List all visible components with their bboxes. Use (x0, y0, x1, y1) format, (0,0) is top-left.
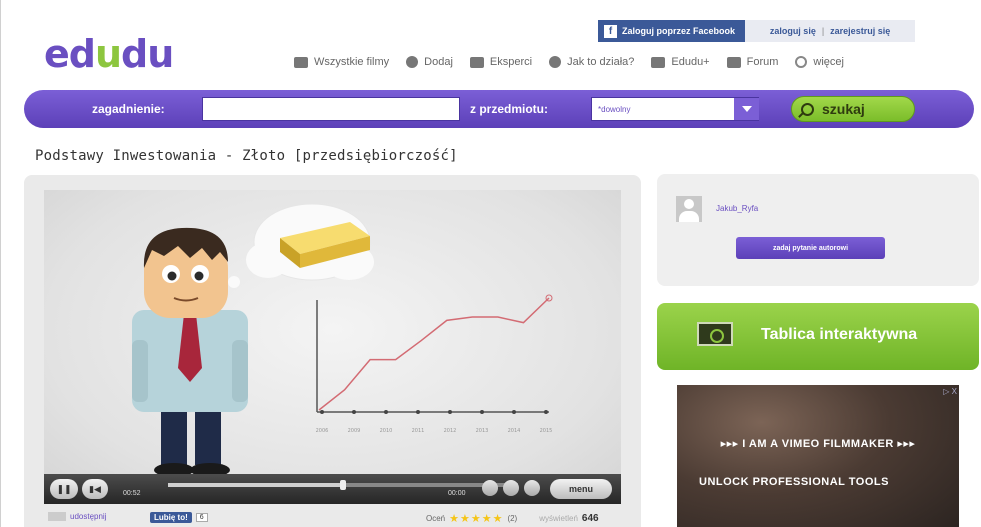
share-link[interactable]: udostępnij (70, 512, 106, 521)
chart-tick (352, 410, 356, 414)
like-row: Lubię to! 6 (150, 512, 208, 523)
gold-price-chart: 2006 2009 2010 2011 2012 2013 2014 2015 (316, 294, 553, 434)
rating-stars[interactable]: ★★★★★ (449, 512, 503, 525)
nav-item-experts[interactable]: Eksperci (469, 56, 533, 68)
topic-label: zagadnienie: (92, 102, 165, 116)
nav-item-more[interactable]: więcej (795, 56, 844, 68)
auth-links: zaloguj się | zarejestruj się (745, 20, 916, 42)
chart-tick (544, 410, 548, 414)
nav-label: więcej (813, 56, 844, 68)
search-button-label: szukaj (822, 101, 865, 117)
rating-label: Oceń (426, 514, 446, 523)
facebook-icon: f (604, 24, 617, 38)
logo-part-ed: ed (44, 32, 96, 76)
film-icon (294, 56, 308, 68)
nav-item-edudu-plus[interactable]: Edudu+ (651, 56, 710, 68)
chart-year-label: 2012 (444, 428, 457, 434)
nav-item-forum[interactable]: Forum (726, 56, 779, 68)
chart-tick (448, 410, 452, 414)
duration-time: 00:00 (448, 490, 466, 497)
vimeo-ad[interactable]: ▷ X ▸▸▸ I AM A VIMEO FILMMAKER ▸▸▸ UNLOC… (677, 385, 959, 527)
search-button[interactable]: szukaj (791, 96, 915, 122)
experts-icon (469, 56, 484, 68)
chart-year-label: 2010 (380, 428, 393, 434)
views-count: 646 (581, 513, 599, 524)
ad-close-icon[interactable]: ▷ X (943, 387, 957, 396)
add-icon (406, 56, 419, 68)
rating-count: (2) (507, 514, 518, 523)
nav-label: Eksperci (489, 56, 533, 68)
chart-tick (384, 410, 388, 414)
lock-icon (651, 56, 666, 68)
progress-fill (168, 483, 343, 487)
subject-label: z przedmiotu: (470, 102, 548, 116)
whiteboard-icon (697, 322, 733, 346)
forum-icon (726, 56, 741, 68)
author-box (657, 174, 979, 286)
topic-input[interactable] (202, 97, 460, 121)
share-icon (48, 512, 66, 521)
interactive-board-label: Tablica interaktywna (761, 326, 918, 343)
logo-part-du: du (121, 32, 174, 76)
chevron-down-icon[interactable] (734, 98, 759, 120)
nav-label: Wszystkie filmy (314, 56, 390, 68)
volume-icon[interactable] (482, 480, 498, 496)
rating-row: Oceń ★★★★★ (2) wyświetleń 646 (426, 512, 599, 525)
chart-tick (480, 410, 484, 414)
auth-separator: | (821, 26, 825, 36)
nav-label: Dodaj (424, 56, 453, 68)
chart-year-label: 2009 (348, 428, 361, 434)
chart-year-label: 2015 (540, 428, 553, 434)
author-name-link[interactable]: Jakub_Ryfa (716, 204, 758, 213)
search-icon (801, 102, 814, 116)
avatar[interactable] (676, 196, 702, 222)
search-bar: zagadnienie: z przedmiotu: *dowolny szuk… (24, 90, 974, 128)
skip-back-button[interactable]: ▮◀ (82, 479, 108, 499)
nav-item-all-films[interactable]: Wszystkie filmy (294, 56, 389, 68)
more-icon (795, 56, 808, 68)
auth-bar: f Zaloguj poprzez Facebook zaloguj się |… (598, 20, 916, 42)
share-row: udostępnij (48, 512, 106, 521)
page-title: Podstawy Inwestowania - Złoto [przedsięb… (35, 148, 458, 164)
logo-part-u: u (94, 32, 122, 76)
facebook-login-button[interactable]: f Zaloguj poprzez Facebook (598, 20, 746, 42)
views-label: wyświetleń (539, 514, 578, 523)
register-link[interactable]: zarejestruj się (830, 26, 890, 36)
ask-author-button[interactable]: zadaj pytanie autorowi (736, 237, 885, 259)
login-link[interactable]: zaloguj się (770, 26, 816, 36)
progress-handle[interactable] (340, 480, 346, 490)
chart-year-label: 2006 (316, 428, 329, 434)
player-controls: ❚❚ ▮◀ 00:52 00:00 menu (44, 474, 621, 504)
nav-item-how-it-works[interactable]: Jak to działa? (549, 56, 634, 68)
nav-label: Jak to działa? (567, 56, 635, 68)
settings-icon[interactable] (503, 480, 519, 496)
fullscreen-icon[interactable] (524, 480, 540, 496)
chart-year-label: 2014 (508, 428, 521, 434)
chart-tick (512, 410, 516, 414)
video-frame: 2006 2009 2010 2011 2012 2013 2014 2015 (132, 203, 553, 477)
edudu-logo[interactable]: edudu (44, 32, 174, 76)
like-count: 6 (195, 513, 208, 522)
player-menu-button[interactable]: menu (550, 479, 612, 499)
interactive-board-button[interactable]: Tablica interaktywna (657, 303, 979, 370)
progress-bar[interactable] (168, 480, 518, 490)
facebook-like-button[interactable]: Lubię to! (150, 512, 192, 523)
chart-tick (416, 410, 420, 414)
chart-tick (320, 410, 324, 414)
main-nav: Wszystkie filmy Dodaj Eksperci Jak to dz… (294, 56, 844, 68)
chart-year-label: 2011 (412, 428, 425, 434)
subject-select-value: *dowolny (598, 105, 631, 114)
ad-subheadline: UNLOCK PROFESSIONAL TOOLS (699, 476, 889, 488)
video-player[interactable]: 2006 2009 2010 2011 2012 2013 2014 2015 (44, 190, 621, 500)
ad-headline: ▸▸▸ I AM A VIMEO FILMMAKER ▸▸▸ (720, 438, 916, 450)
pause-button[interactable]: ❚❚ (50, 479, 78, 499)
nav-item-add[interactable]: Dodaj (406, 56, 453, 68)
nav-label: Edudu+ (671, 56, 710, 68)
question-icon (549, 56, 562, 68)
businessman-figure (132, 227, 248, 477)
current-time: 00:52 (123, 490, 141, 497)
facebook-login-label: Zaloguj poprzez Facebook (622, 26, 736, 36)
chart-year-label: 2013 (476, 428, 489, 434)
nav-label: Forum (746, 56, 779, 68)
